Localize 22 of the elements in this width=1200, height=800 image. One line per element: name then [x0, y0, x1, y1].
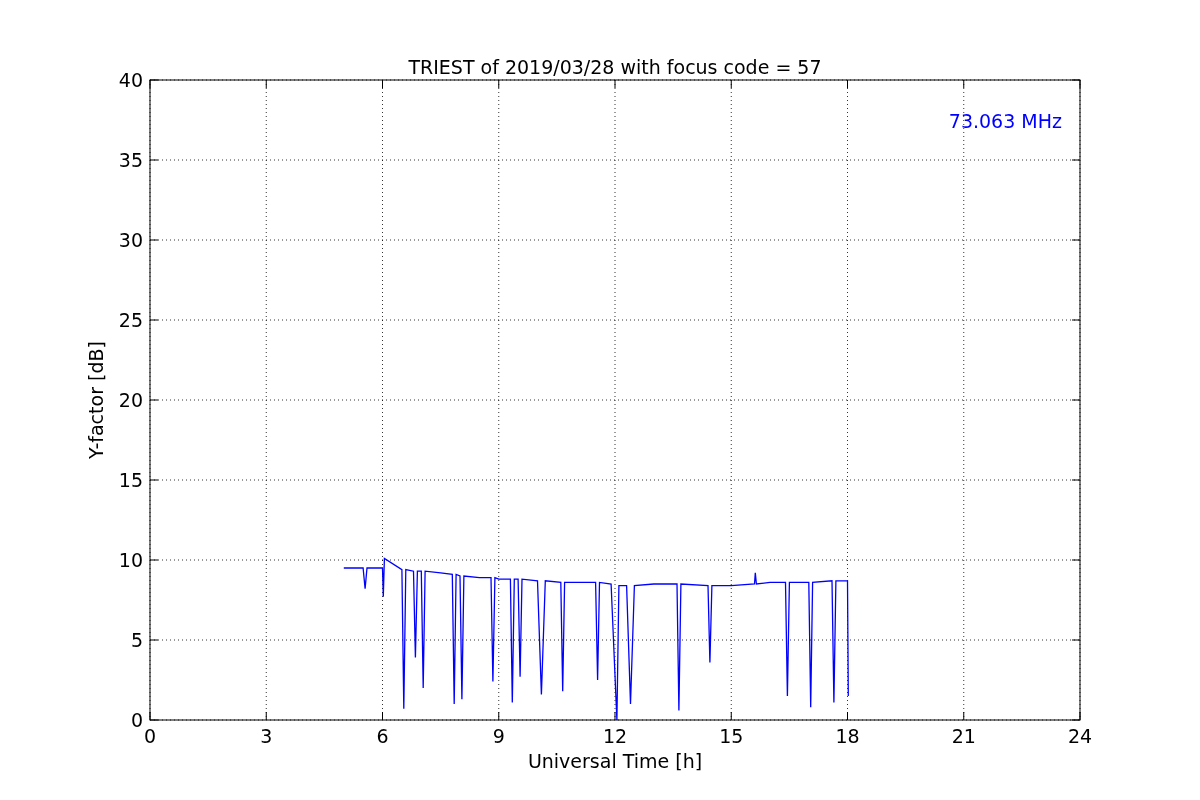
y-tick-label: 20 — [118, 389, 143, 411]
y-tick-label: 10 — [118, 549, 143, 571]
y-tick-label: 0 — [130, 709, 143, 731]
y-tick-label: 30 — [118, 229, 143, 251]
x-tick-label: 15 — [719, 725, 744, 747]
x-tick-label: 18 — [835, 725, 860, 747]
x-tick-label: 3 — [260, 725, 273, 747]
x-tick-label: 24 — [1067, 725, 1093, 747]
chart-title: TRIEST of 2019/03/28 with focus code = 57 — [408, 56, 822, 78]
x-tick-label: 6 — [376, 725, 389, 747]
y-tick-label: 25 — [118, 309, 143, 331]
y-tick-label: 15 — [118, 469, 143, 491]
y-tick-label: 35 — [118, 149, 143, 171]
x-tick-label: 12 — [602, 725, 628, 747]
y-tick-label: 5 — [130, 629, 143, 651]
x-tick-label: 21 — [951, 725, 976, 747]
x-tick-label: 0 — [143, 725, 157, 747]
y-tick-label: 40 — [118, 69, 143, 91]
x-tick-label: 9 — [492, 725, 505, 747]
series-label: 73.063 MHz — [948, 110, 1062, 132]
x-axis-label: Universal Time [h] — [527, 750, 703, 772]
y-axis-label: Y-factor [dB] — [85, 341, 107, 459]
